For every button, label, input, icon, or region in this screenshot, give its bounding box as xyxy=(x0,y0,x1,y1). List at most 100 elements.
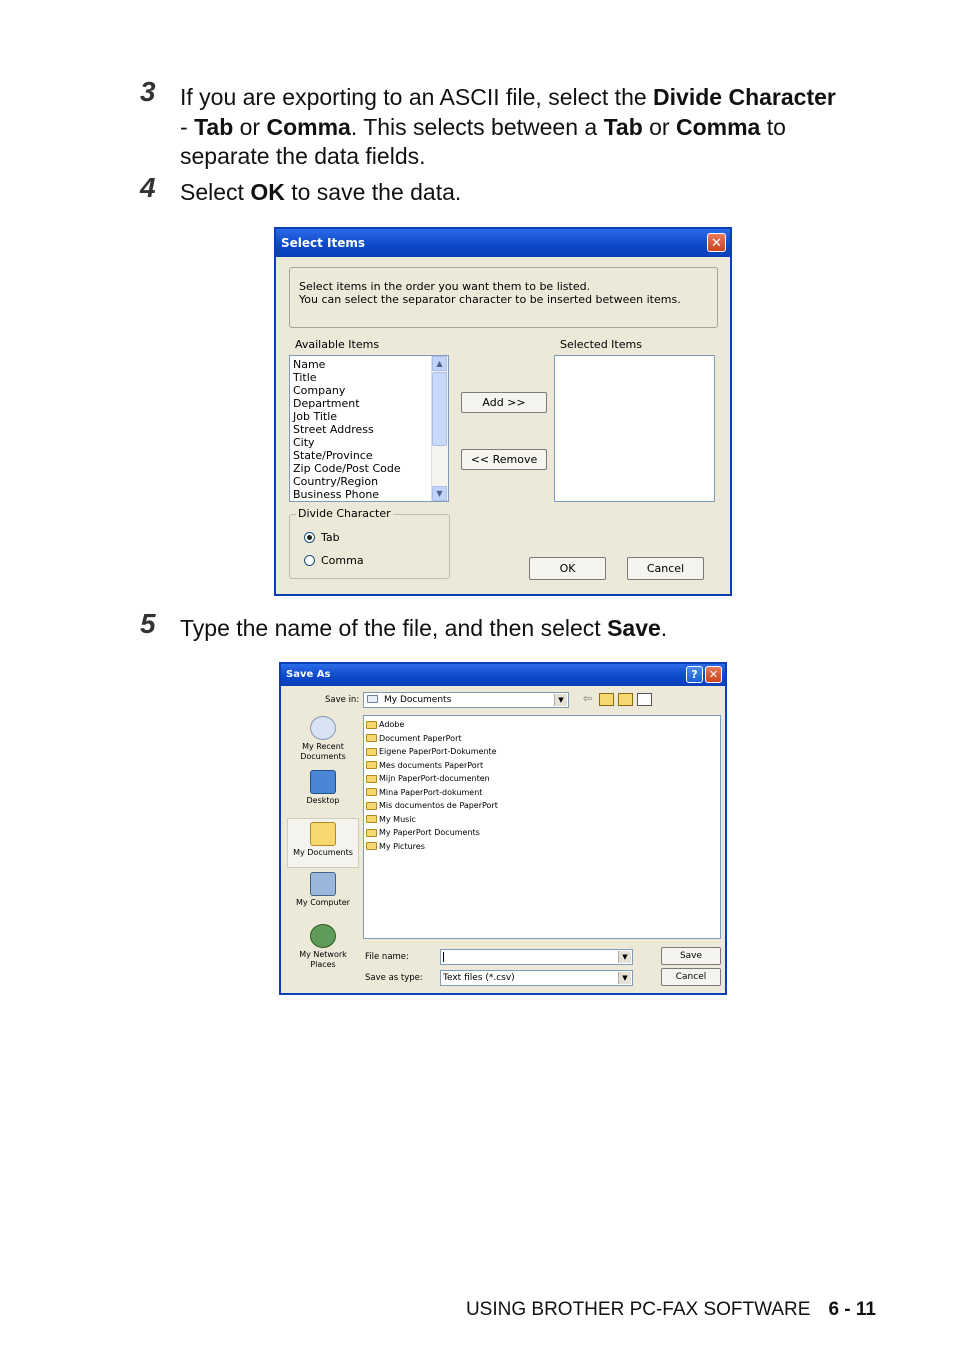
place-desktop[interactable]: Desktop xyxy=(287,770,359,806)
file-item[interactable]: Mes documents PaperPort xyxy=(364,759,720,773)
file-list-container: Adobe Document PaperPort Eigene PaperPort-… xyxy=(364,718,720,853)
file-name: Mina PaperPort-dokument xyxy=(379,787,483,797)
chevron-down-icon[interactable]: ▼ xyxy=(618,972,631,984)
available-items-list[interactable]: Name Title Company Department Job Title Stree… xyxy=(289,355,449,502)
list-item[interactable]: Country/Region xyxy=(290,475,448,488)
step-text: to save the data. xyxy=(284,179,462,205)
instructions-box: Select items in the order you want them … xyxy=(289,267,718,328)
cancel-button[interactable]: Cancel xyxy=(627,557,704,580)
available-items-label: Available Items xyxy=(295,338,380,351)
place-recent[interactable]: My Recent Documents xyxy=(287,716,359,762)
place-label: My Network Places xyxy=(299,950,347,969)
file-name-label: File name: xyxy=(365,952,409,962)
step-text: If you are exporting to an ASCII file, s… xyxy=(180,84,654,110)
save-type-combo[interactable]: Text files (*.csv) ▼ xyxy=(440,970,633,986)
file-item[interactable]: Eigene PaperPort-Dokumente xyxy=(364,745,720,759)
selected-items-label: Selected Items xyxy=(560,338,642,351)
list-item[interactable]: Street Address xyxy=(290,423,448,436)
chevron-down-icon[interactable]: ▼ xyxy=(554,694,567,706)
title-bar: Select Items ✕ xyxy=(276,229,730,257)
step-5-number: 5 xyxy=(140,608,156,639)
file-name-input[interactable]: ▼ xyxy=(440,949,633,965)
file-name: Mis documentos de PaperPort xyxy=(379,801,498,810)
file-name-value xyxy=(443,952,444,962)
scrollbar[interactable]: ▲ ▼ xyxy=(431,356,448,501)
ok-button[interactable]: OK xyxy=(529,557,606,580)
tab-radio[interactable] xyxy=(304,532,315,543)
step-bold: Comma xyxy=(266,113,351,140)
step-bold: Comma xyxy=(675,113,761,140)
step-text: or xyxy=(233,113,267,140)
recent-documents-icon xyxy=(310,716,336,740)
new-folder-icon[interactable] xyxy=(618,693,633,706)
folder-icon xyxy=(366,842,377,850)
step-text: . This selects between a xyxy=(350,113,604,140)
file-item[interactable]: My Music xyxy=(364,813,720,827)
comma-option-label[interactable]: Comma xyxy=(321,554,364,567)
scroll-up-icon[interactable]: ▲ xyxy=(432,356,447,371)
step-text: Select xyxy=(180,179,251,205)
my-computer-icon xyxy=(310,872,336,896)
place-label: My Computer xyxy=(296,898,350,907)
close-icon[interactable]: ✕ xyxy=(707,233,726,252)
file-item[interactable]: Mijn PaperPort-documenten xyxy=(364,772,720,786)
scroll-down-icon[interactable]: ▼ xyxy=(432,486,447,501)
tab-option-label[interactable]: Tab xyxy=(321,531,340,544)
step-bold: Tab xyxy=(603,113,643,140)
save-button[interactable]: Save xyxy=(661,947,721,965)
place-network[interactable]: My Network Places xyxy=(287,924,359,970)
page-footer: USING BROTHER PC-FAX SOFTWARE 6 - 11 xyxy=(466,1299,876,1321)
save-in-combo[interactable]: My Documents ▼ xyxy=(363,692,569,708)
place-my-documents[interactable]: My Documents xyxy=(287,818,359,868)
selected-items-list[interactable] xyxy=(554,355,715,502)
place-my-computer[interactable]: My Computer xyxy=(287,872,359,908)
step-4-number: 4 xyxy=(140,172,156,203)
folder-icon xyxy=(366,828,377,837)
list-item[interactable]: State/Province xyxy=(290,449,448,462)
view-menu-icon[interactable] xyxy=(637,693,652,706)
available-items-container: Name Title Company Department Job Title Stree… xyxy=(290,358,448,501)
step-text: - xyxy=(180,113,195,140)
save-type-label: Save as type: xyxy=(365,973,423,983)
list-item[interactable]: Title xyxy=(290,371,448,384)
folder-icon xyxy=(366,801,377,810)
chevron-down-icon[interactable]: ▼ xyxy=(618,951,631,963)
step-text: . xyxy=(660,615,668,641)
help-icon[interactable]: ? xyxy=(686,666,703,683)
footer-text: USING BROTHER PC-FAX SOFTWARE xyxy=(465,1299,811,1320)
list-item[interactable]: Business Phone xyxy=(290,488,448,501)
back-icon[interactable]: ⇦ xyxy=(583,692,592,705)
cancel-button[interactable]: Cancel xyxy=(661,968,721,986)
folder-icon xyxy=(366,815,377,823)
file-name: Eigene PaperPort-Dokumente xyxy=(379,747,497,756)
folder-icon xyxy=(366,774,377,783)
file-item[interactable]: Adobe xyxy=(364,718,720,732)
file-name: My PaperPort Documents xyxy=(379,828,480,837)
file-item[interactable]: My PaperPort Documents xyxy=(364,826,720,840)
file-item[interactable]: Mina PaperPort-dokument xyxy=(364,786,720,800)
list-item[interactable]: Name xyxy=(290,358,448,371)
divide-character-label: Divide Character xyxy=(296,507,393,520)
list-item[interactable]: City xyxy=(290,436,448,449)
remove-button[interactable]: << Remove xyxy=(461,449,547,470)
comma-radio[interactable] xyxy=(304,555,315,566)
file-item[interactable]: Mis documentos de PaperPort xyxy=(364,799,720,813)
close-icon[interactable]: ✕ xyxy=(705,666,722,683)
list-item[interactable]: Company xyxy=(290,384,448,397)
instructions-line-2: You can select the separator character t… xyxy=(299,293,681,306)
file-item[interactable]: Document PaperPort xyxy=(364,732,720,746)
list-item[interactable]: Department xyxy=(290,397,448,410)
add-button[interactable]: Add >> xyxy=(461,392,547,413)
list-item[interactable]: Zip Code/Post Code xyxy=(290,462,448,475)
file-list[interactable]: Adobe Document PaperPort Eigene PaperPort-… xyxy=(363,715,721,939)
save-as-dialog: Save As ? ✕ Save in: My Documents ▼ ⇦ My… xyxy=(279,662,727,995)
file-item[interactable]: My Pictures xyxy=(364,840,720,854)
step-text: or xyxy=(642,113,676,140)
my-documents-icon xyxy=(310,822,336,846)
up-folder-icon[interactable] xyxy=(599,693,614,706)
file-name: My Music xyxy=(379,814,416,824)
list-item[interactable]: Job Title xyxy=(290,410,448,423)
place-label: Desktop xyxy=(306,796,340,805)
scroll-thumb[interactable] xyxy=(432,372,447,446)
step-bold: OK xyxy=(250,179,285,205)
